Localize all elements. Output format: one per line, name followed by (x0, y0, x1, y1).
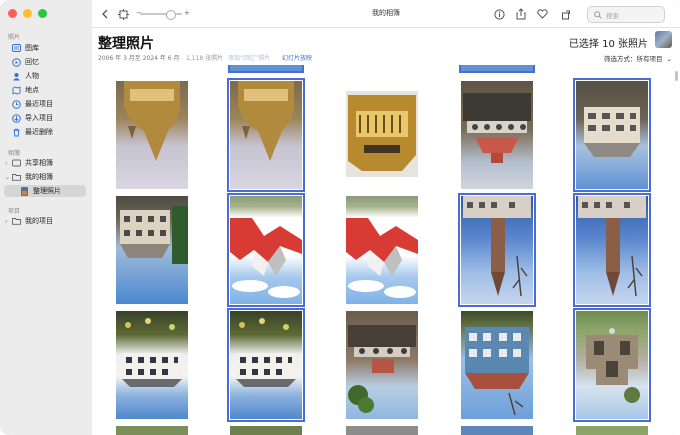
sidebar-section-albums: 相簿 (8, 150, 21, 157)
photo-partial[interactable] (459, 65, 535, 73)
photo-partial[interactable] (346, 65, 418, 71)
search-field[interactable]: 搜索 (587, 6, 665, 23)
folder-icon (12, 173, 21, 182)
photo-thumbnail[interactable] (346, 91, 418, 177)
slideshow-link[interactable]: 幻灯片放映 (282, 53, 312, 62)
library-icon (12, 44, 21, 53)
sidebar: 照片 图库 回忆 人物 地点 最近项目 导入项目 最近删除 相簿 › 共享相簿 … (0, 0, 93, 435)
photo-count: 1,118 张照片 (186, 55, 224, 62)
share-icon[interactable] (514, 7, 528, 21)
sidebar-item-label: 地点 (25, 86, 39, 94)
photo-thumbnail[interactable] (346, 311, 418, 419)
sidebar-section-photos: 照片 (8, 34, 21, 41)
sidebar-item-label: 最近项目 (25, 100, 53, 108)
memories-icon (12, 57, 21, 67)
sidebar-item-people[interactable]: 人物 (4, 70, 86, 82)
folder-icon (12, 217, 21, 226)
photo-thumbnail[interactable] (461, 81, 533, 189)
window-controls (8, 9, 47, 18)
photo-partial[interactable] (461, 426, 533, 435)
photo-thumbnail[interactable] (227, 78, 305, 192)
vertical-scrollbar[interactable] (675, 71, 678, 81)
sidebar-item-label: 图库 (25, 44, 39, 52)
photo-thumbnail[interactable] (573, 308, 651, 422)
photo-partial[interactable] (346, 426, 418, 435)
sidebar-item-library[interactable]: 图库 (4, 42, 86, 54)
sidebar-item-recently-deleted[interactable]: 最近删除 (4, 126, 86, 138)
sidebar-item-label: 我的相簿 (25, 173, 53, 181)
sidebar-item-label: 我的项目 (25, 217, 53, 225)
photo-partial[interactable] (116, 65, 188, 71)
sidebar-item-label: 最近删除 (25, 128, 53, 136)
sidebar-item-my-projects[interactable]: 我的项目 (4, 215, 86, 227)
photo-partial[interactable] (230, 426, 302, 435)
photo-thumbnail[interactable] (116, 81, 188, 189)
photo-partial[interactable] (576, 65, 648, 71)
trash-icon (12, 128, 21, 137)
sidebar-section-projects: 项目 (8, 208, 21, 215)
add-memories-link[interactable]: 添加“回忆”照片 (228, 53, 270, 62)
sidebar-item-current-album[interactable]: 整理照片 (4, 185, 86, 197)
zoom-button[interactable] (38, 9, 47, 18)
people-icon (12, 72, 21, 81)
sidebar-item-label: 共享相簿 (25, 159, 53, 167)
main-content: 整理照片 2006 年 3 月至 2024 年 6 月 1,118 张照片 添加… (92, 28, 680, 435)
sidebar-item-imports[interactable]: 导入项目 (4, 112, 86, 124)
chevron-down-icon: ⌄ (666, 55, 672, 63)
info-icon[interactable] (492, 7, 506, 21)
photo-thumbnail[interactable] (458, 193, 536, 307)
photo-thumbnail[interactable] (116, 311, 188, 419)
sidebar-item-shared-albums[interactable]: 共享相簿 (4, 157, 86, 169)
photo-thumbnail[interactable] (461, 311, 533, 419)
places-icon (12, 85, 21, 95)
photo-thumbnail[interactable] (227, 193, 305, 307)
sidebar-item-label: 人物 (25, 72, 39, 80)
date-range: 2006 年 3 月至 2024 年 6 月 (98, 55, 180, 62)
close-button[interactable] (8, 9, 17, 18)
minimize-button[interactable] (23, 9, 32, 18)
photo-thumbnail[interactable] (573, 78, 651, 192)
photo-partial[interactable] (228, 65, 304, 73)
sidebar-item-memories[interactable]: 回忆 (4, 56, 86, 68)
album-cover-thumbnail[interactable] (655, 31, 672, 48)
photo-partial[interactable] (576, 426, 648, 435)
photo-grid (92, 65, 668, 435)
sidebar-item-my-albums[interactable]: 我的相簿 (4, 171, 86, 183)
search-icon (594, 10, 602, 19)
filter-menu[interactable]: 筛选方式：所有项目 ⌄ (604, 53, 672, 63)
sidebar-item-label: 导入项目 (25, 114, 53, 122)
album-thumbnail-icon (20, 186, 29, 196)
rotate-photo-icon[interactable] (559, 7, 573, 21)
photo-partial[interactable] (116, 426, 188, 435)
page-title: 整理照片 (98, 36, 154, 52)
filter-label: 筛选方式：所有项目 (603, 55, 663, 63)
photo-thumbnail[interactable] (116, 196, 188, 304)
shared-album-icon (12, 159, 21, 168)
sidebar-item-recents[interactable]: 最近项目 (4, 98, 86, 110)
imports-icon (12, 113, 21, 123)
selected-count: 已选择 10 张照片 (568, 39, 648, 50)
favorite-icon[interactable] (535, 7, 549, 21)
search-placeholder: 搜索 (606, 11, 619, 20)
sidebar-item-places[interactable]: 地点 (4, 84, 86, 96)
photo-thumbnail[interactable] (346, 196, 418, 304)
recents-icon (12, 99, 21, 109)
photo-thumbnail[interactable] (573, 193, 651, 307)
photos-window: 照片 图库 回忆 人物 地点 最近项目 导入项目 最近删除 相簿 › 共享相簿 … (0, 0, 680, 435)
sidebar-item-label: 回忆 (25, 58, 39, 66)
photo-thumbnail[interactable] (227, 308, 305, 422)
toolbar: − + 我的相簿 搜索 (92, 0, 680, 28)
sidebar-item-label: 整理照片 (33, 187, 61, 195)
